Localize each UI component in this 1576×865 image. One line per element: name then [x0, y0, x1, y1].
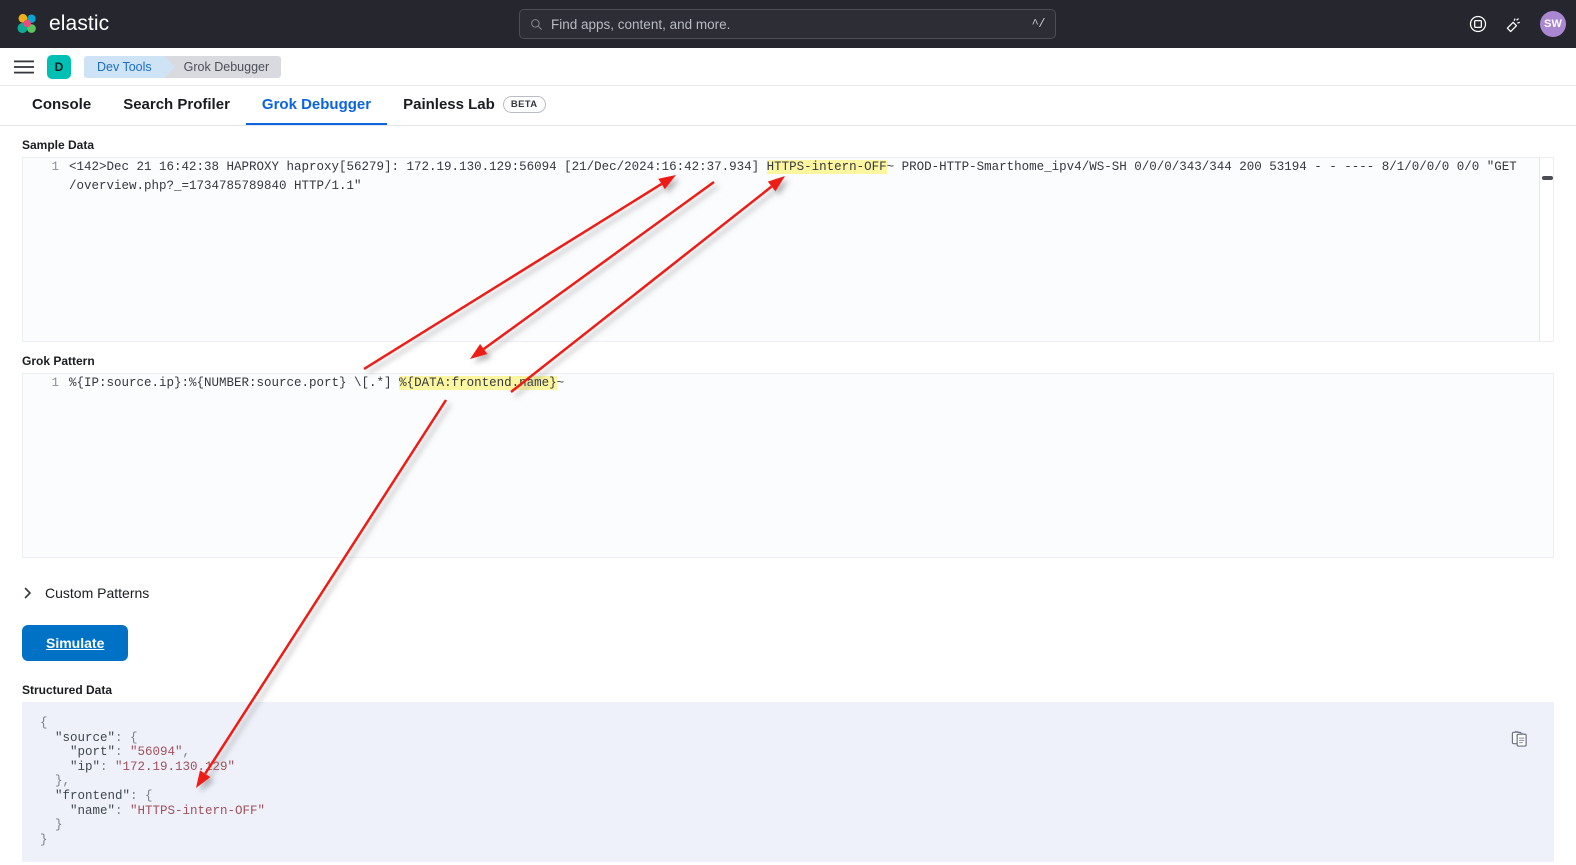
tab-painless-lab[interactable]: Painless Lab BETA: [387, 86, 561, 125]
json-token: :: [115, 803, 131, 818]
search-icon: [531, 18, 542, 30]
grok-pattern-label: Grok Pattern: [22, 354, 95, 368]
json-token: "HTTPS-intern-OFF": [130, 803, 266, 818]
json-token: "56094": [130, 745, 183, 760]
tab-search-profiler-label: Search Profiler: [123, 96, 230, 113]
structured-data-panel: {"source": {"port": "56094", "ip": "172.1…: [22, 702, 1554, 862]
sample-data-line-number: 1: [51, 160, 59, 174]
tab-painless-lab-label: Painless Lab: [403, 96, 495, 113]
json-token: : {: [115, 730, 138, 745]
tab-grok-debugger-label: Grok Debugger: [261, 96, 372, 113]
structured-data-label: Structured Data: [22, 683, 113, 697]
breadcrumb-bar: D Dev Tools Grok Debugger: [0, 48, 1576, 86]
json-line: "frontend": {: [22, 789, 1554, 804]
tab-console[interactable]: Console: [16, 86, 107, 125]
search-shortcut-hint: ^/: [1031, 17, 1046, 31]
elastic-brand[interactable]: elastic: [14, 11, 109, 37]
code-text: ~: [556, 376, 565, 390]
breadcrumb-item-dev-tools[interactable]: Dev Tools: [84, 55, 175, 78]
json-token: "ip": [70, 759, 101, 774]
user-avatar[interactable]: SW: [1540, 11, 1566, 37]
copy-clipboard-icon: [1511, 730, 1527, 747]
custom-patterns-accordion[interactable]: Custom Patterns: [22, 585, 149, 601]
json-line: }: [22, 818, 1554, 833]
json-line: "ip": "172.19.130.129": [22, 760, 1554, 775]
json-token: }: [55, 818, 63, 833]
json-token: {: [40, 716, 48, 730]
chevron-right-icon: [24, 587, 31, 599]
hamburger-menu-icon[interactable]: [14, 60, 34, 74]
grok-pattern-content[interactable]: %{IP:source.ip}:%{NUMBER:source.port} \[…: [69, 374, 1553, 393]
highlighted-token: HTTPS-intern-OFF: [766, 160, 887, 174]
copy-structured-data-button[interactable]: [1511, 730, 1528, 747]
json-line: {: [22, 716, 1554, 731]
elastic-logo-icon: [17, 13, 36, 34]
json-line: }: [22, 833, 1554, 848]
structured-data-content: {"source": {"port": "56094", "ip": "172.1…: [22, 716, 1554, 847]
grok-pattern-editor[interactable]: 1 %{IP:source.ip}:%{NUMBER:source.port} …: [22, 373, 1554, 558]
json-token: :: [115, 745, 131, 760]
json-line: },: [22, 774, 1554, 789]
chrome-actions: SW: [1468, 0, 1566, 48]
json-token: },: [55, 774, 71, 789]
brand-name: elastic: [49, 12, 110, 35]
announcement-megaphone-icon[interactable]: [1504, 14, 1524, 34]
beta-badge: BETA: [502, 96, 546, 113]
json-token: ,: [182, 745, 191, 760]
json-line: "source": {: [22, 731, 1554, 746]
space-avatar[interactable]: D: [47, 54, 71, 79]
json-line: "name": "HTTPS-intern-OFF": [22, 804, 1554, 819]
json-token: "frontend": [55, 788, 131, 803]
grok-pattern-line-number: 1: [51, 376, 59, 390]
custom-patterns-label: Custom Patterns: [45, 585, 150, 601]
breadcrumb: Dev Tools Grok Debugger: [84, 55, 282, 78]
global-search-input[interactable]: Find apps, content, and more. ^/: [519, 9, 1056, 39]
tab-search-profiler[interactable]: Search Profiler: [107, 86, 246, 125]
sample-data-label: Sample Data: [22, 138, 95, 152]
tab-console-label: Console: [32, 96, 92, 113]
dev-tools-tabs: Console Search Profiler Grok Debugger Pa…: [0, 86, 1576, 126]
json-token: "172.19.130.129": [115, 759, 236, 774]
code-text: <142>Dec 21 16:42:38 HAPROXY haproxy[562…: [69, 160, 767, 174]
highlighted-token: %{DATA:frontend.name}: [399, 376, 557, 390]
sample-data-content[interactable]: <142>Dec 21 16:42:38 HAPROXY haproxy[562…: [69, 158, 1553, 196]
code-text: %{IP:source.ip}:%{NUMBER:source.port} \[…: [69, 376, 400, 390]
global-chrome-bar: elastic Find apps, content, and more. ^/…: [0, 0, 1576, 48]
sample-data-scrollbar-thumb[interactable]: [1542, 176, 1553, 180]
json-line: "port": "56094",: [22, 745, 1554, 760]
breadcrumb-item-grok-debugger[interactable]: Grok Debugger: [163, 55, 282, 78]
json-token: "port": [70, 745, 116, 760]
help-circle-icon[interactable]: [1468, 14, 1488, 34]
grok-debugger-main: Sample Data 1 <142>Dec 21 16:42:38 HAPRO…: [0, 126, 1576, 862]
json-token: :: [100, 759, 116, 774]
json-token: "source": [55, 730, 116, 745]
json-token: : {: [130, 788, 153, 803]
simulate-button[interactable]: Simulate: [22, 625, 129, 661]
sample-data-scrollbar[interactable]: [1539, 158, 1553, 341]
tab-grok-debugger[interactable]: Grok Debugger: [245, 86, 388, 125]
json-token: "name": [70, 803, 116, 818]
global-search-placeholder: Find apps, content, and more.: [551, 16, 731, 32]
json-token: }: [40, 832, 48, 847]
sample-data-editor[interactable]: 1 <142>Dec 21 16:42:38 HAPROXY haproxy[5…: [22, 157, 1554, 342]
